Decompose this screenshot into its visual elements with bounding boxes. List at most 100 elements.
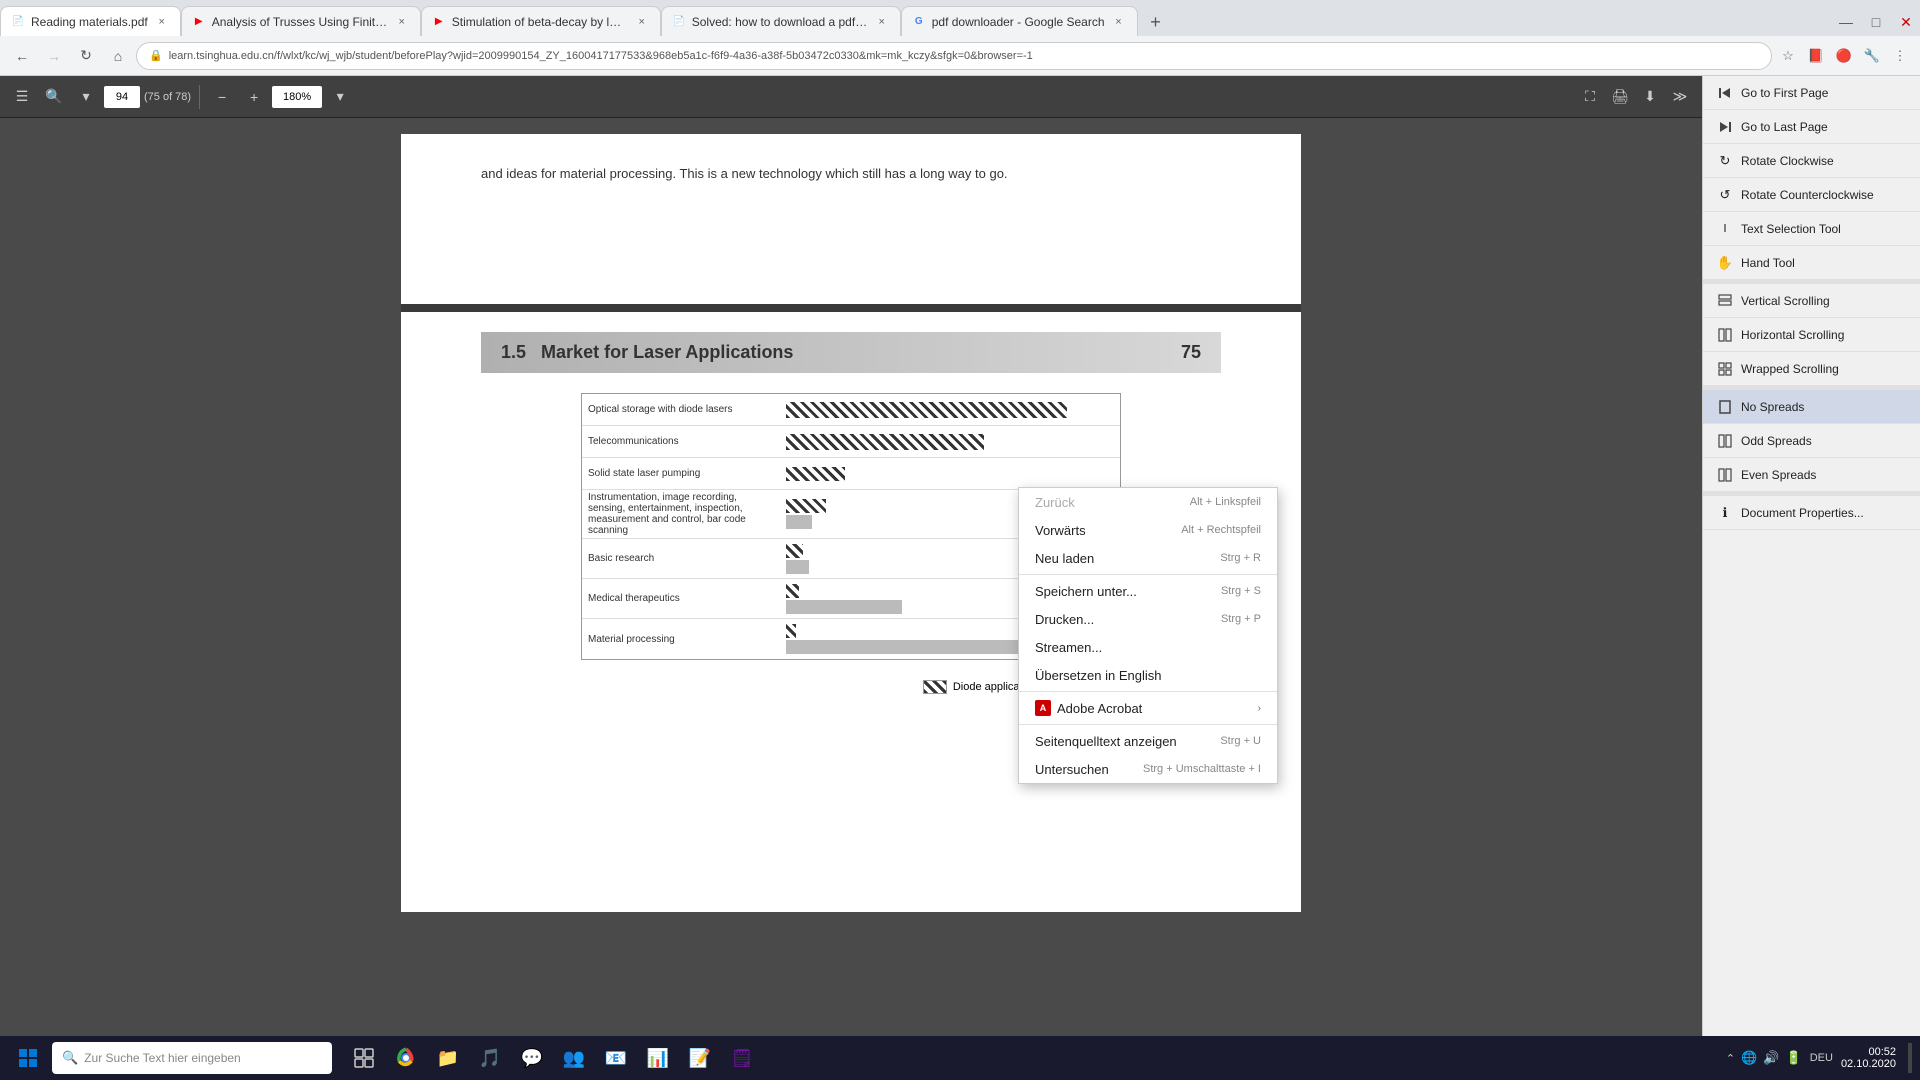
ctx-print-shortcut: Strg + P <box>1221 613 1261 625</box>
tab-analysis[interactable]: ▶ Analysis of Trusses Using Finite E... … <box>181 6 421 36</box>
ctx-view-source[interactable]: Seitenquelltext anzeigen Strg + U <box>1019 727 1277 755</box>
ctx-acrobat[interactable]: A Adobe Acrobat › <box>1019 694 1277 722</box>
no-spreads-label: No Spreads <box>1741 400 1804 414</box>
go-first-icon <box>1717 85 1733 101</box>
tab-title-3: Stimulation of beta-decay by las... <box>452 15 628 29</box>
wrapped-scroll-label: Wrapped Scrolling <box>1741 362 1839 376</box>
tray-network-icon[interactable]: 🌐 <box>1741 1050 1757 1066</box>
right-panel: Go to First Page Go to Last Page ↻ Rotat… <box>1702 76 1920 1080</box>
ctx-forward-label: Vorwärts <box>1035 523 1086 538</box>
tab-close-5[interactable]: × <box>1111 14 1127 30</box>
panel-go-last[interactable]: Go to Last Page <box>1703 110 1920 144</box>
ctx-sep-3 <box>1019 724 1277 725</box>
taskbar-word[interactable]: 📝 <box>680 1038 720 1078</box>
tab-close-4[interactable]: × <box>874 14 890 30</box>
panel-horizontal-scrolling[interactable]: Horizontal Scrolling <box>1703 318 1920 352</box>
more-tools-button[interactable]: ≫ <box>1666 83 1694 111</box>
panel-text-selection[interactable]: Ⅰ Text Selection Tool <box>1703 212 1920 246</box>
panel-hand-tool[interactable]: ✋ Hand Tool <box>1703 246 1920 280</box>
chart-label-6: Medical therapeutics <box>582 591 782 606</box>
taskbar-discord[interactable]: 💬 <box>512 1038 552 1078</box>
search-button[interactable]: 🔍 <box>40 83 68 111</box>
panel-rotate-cw[interactable]: ↻ Rotate Clockwise <box>1703 144 1920 178</box>
fullscreen-button[interactable]: ⛶ <box>1576 83 1604 111</box>
ctx-forward[interactable]: Vorwärts Alt + Rechtspfeil <box>1019 516 1277 544</box>
settings-icon[interactable]: ⋮ <box>1888 44 1912 68</box>
ctx-translate[interactable]: Übersetzen in English <box>1019 661 1277 689</box>
taskbar-teams[interactable]: 👥 <box>554 1038 594 1078</box>
extension-icon-1[interactable]: 🔴 <box>1832 44 1856 68</box>
tray-battery-icon[interactable]: 🔋 <box>1786 1050 1802 1066</box>
page-number-input[interactable] <box>104 86 140 108</box>
new-tab-button[interactable]: + <box>1142 8 1170 36</box>
document-properties-label: Document Properties... <box>1741 506 1864 520</box>
tab-solved[interactable]: 📄 Solved: how to download a pdf f... × <box>661 6 901 36</box>
ctx-stream[interactable]: Streamen... <box>1019 633 1277 661</box>
address-bar[interactable]: 🔒 learn.tsinghua.edu.cn/f/wlxt/kc/wj_wjb… <box>136 42 1772 70</box>
close-button[interactable]: ✕ <box>1892 8 1920 36</box>
panel-even-spreads[interactable]: Even Spreads <box>1703 458 1920 492</box>
panel-document-properties[interactable]: ℹ Document Properties... <box>1703 496 1920 530</box>
back-button[interactable]: ← <box>8 42 36 70</box>
rotate-cw-label: Rotate Clockwise <box>1741 154 1834 168</box>
text-selection-label: Text Selection Tool <box>1741 222 1841 236</box>
ctx-print[interactable]: Drucken... Strg + P <box>1019 605 1277 633</box>
taskbar-explorer[interactable]: 📁 <box>428 1038 468 1078</box>
zoom-input[interactable] <box>272 86 322 108</box>
clock[interactable]: 00:52 02.10.2020 <box>1841 1046 1896 1070</box>
zoom-out-btn[interactable]: − <box>208 83 236 111</box>
tab-google[interactable]: G pdf downloader - Google Search × <box>901 6 1138 36</box>
taskbar-onenote[interactable]: 🗒 <box>722 1038 762 1078</box>
ctx-stream-label: Streamen... <box>1035 640 1102 655</box>
panel-odd-spreads[interactable]: Odd Spreads <box>1703 424 1920 458</box>
tab-close-1[interactable]: × <box>154 14 170 30</box>
taskbar-spotify[interactable]: 🎵 <box>470 1038 510 1078</box>
ctx-reload[interactable]: Neu laden Strg + R <box>1019 544 1277 572</box>
legend-diode-swatch <box>923 680 947 694</box>
tray-volume-icon[interactable]: 🔊 <box>1763 1050 1779 1066</box>
home-button[interactable]: ⌂ <box>104 42 132 70</box>
chart-bar-3-diode <box>786 467 845 481</box>
forward-button[interactable]: → <box>40 42 68 70</box>
tab-close-2[interactable]: × <box>394 14 410 30</box>
save-button[interactable]: ⬇ <box>1636 83 1664 111</box>
tray-chevron[interactable]: ⌃ <box>1726 1052 1735 1065</box>
panel-go-first[interactable]: Go to First Page <box>1703 76 1920 110</box>
restore-button[interactable]: □ <box>1862 8 1890 36</box>
print-button[interactable]: 🖨 <box>1606 83 1634 111</box>
panel-no-spreads[interactable]: No Spreads <box>1703 390 1920 424</box>
ctx-back[interactable]: Zurück Alt + Linkspfeil <box>1019 488 1277 516</box>
ctx-save[interactable]: Speichern unter... Strg + S <box>1019 577 1277 605</box>
pdf-section-header: 1.5 Market for Laser Applications 75 <box>481 332 1221 373</box>
taskbar-search-box[interactable]: 🔍 Zur Suche Text hier eingeben <box>52 1042 332 1074</box>
go-last-label: Go to Last Page <box>1741 120 1828 134</box>
tab-reading-materials[interactable]: 📄 Reading materials.pdf × <box>0 6 181 36</box>
pdf-scroll-area[interactable]: and ideas for material processing. This … <box>0 118 1702 1080</box>
minimize-button[interactable]: — <box>1832 8 1860 36</box>
taskbar-outlook[interactable]: 📧 <box>596 1038 636 1078</box>
ctx-acrobat-label: Adobe Acrobat <box>1057 701 1142 716</box>
taskbar-task-view[interactable] <box>344 1038 384 1078</box>
taskbar-excel[interactable]: 📊 <box>638 1038 678 1078</box>
show-desktop-button[interactable] <box>1908 1043 1912 1073</box>
panel-wrapped-scrolling[interactable]: Wrapped Scrolling <box>1703 352 1920 386</box>
taskbar-chrome[interactable] <box>386 1038 426 1078</box>
start-button[interactable] <box>8 1038 48 1078</box>
tab-stimulation[interactable]: ▶ Stimulation of beta-decay by las... × <box>421 6 661 36</box>
go-first-label: Go to First Page <box>1741 86 1828 100</box>
bookmark-star-icon[interactable]: ☆ <box>1776 44 1800 68</box>
ctx-print-label: Drucken... <box>1035 612 1094 627</box>
panel-vertical-scrolling[interactable]: Vertical Scrolling <box>1703 284 1920 318</box>
zoom-in-btn[interactable]: + <box>240 83 268 111</box>
zoom-dropdown-btn[interactable]: ▾ <box>326 83 354 111</box>
acrobat-icon[interactable]: 📕 <box>1804 44 1828 68</box>
tab-close-3[interactable]: × <box>634 14 650 30</box>
ctx-inspect[interactable]: Untersuchen Strg + Umschalttaste + I <box>1019 755 1277 783</box>
panel-rotate-ccw[interactable]: ↺ Rotate Counterclockwise <box>1703 178 1920 212</box>
ctx-back-shortcut: Alt + Linkspfeil <box>1190 496 1261 508</box>
sidebar-toggle-button[interactable]: ☰ <box>8 83 36 111</box>
pdf-viewer[interactable]: ☰ 🔍 ▾ (75 of 78) − + ▾ ⛶ 🖨 ⬇ ≫ <box>0 76 1702 1080</box>
extension-icon-2[interactable]: 🔧 <box>1860 44 1884 68</box>
zoom-out-button[interactable]: ▾ <box>72 83 100 111</box>
refresh-button[interactable]: ↻ <box>72 42 100 70</box>
